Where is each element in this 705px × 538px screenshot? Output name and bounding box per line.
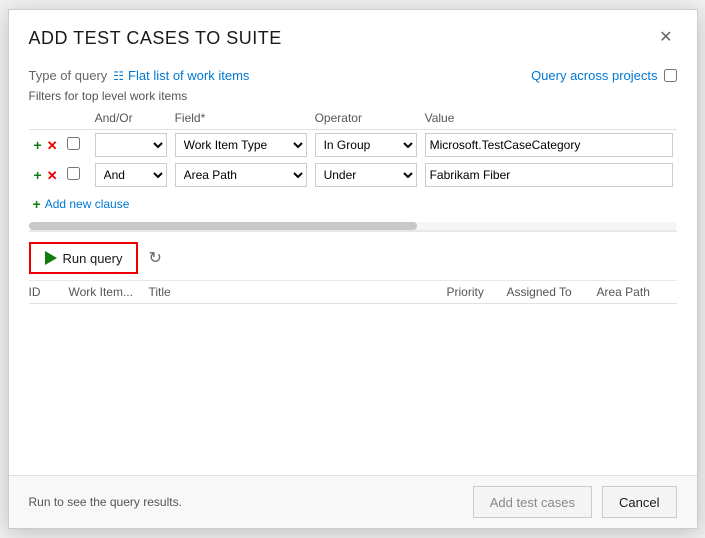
col-title-header: Title	[149, 285, 447, 299]
row2-controls: + ✕	[29, 160, 63, 190]
row1-operator-select[interactable]: In Group = Under	[315, 133, 417, 157]
add-clause-label: Add new clause	[45, 197, 130, 211]
row2-field-cell: Work Item Type Area Path Title	[171, 160, 311, 190]
query-across-checkbox[interactable]	[664, 69, 677, 82]
add-clause[interactable]: + Add new clause	[29, 190, 677, 212]
row1-checkbox-cell	[63, 130, 91, 161]
footer-buttons: Add test cases Cancel	[473, 486, 677, 518]
col-priority-header: Priority	[447, 285, 507, 299]
results-empty-area	[29, 304, 677, 475]
row2-operator-select[interactable]: In Group Under =	[315, 163, 417, 187]
list-icon: ☷	[113, 69, 124, 83]
row2-operator-cell: In Group Under =	[311, 160, 421, 190]
dialog-body: Type of query ☷ Flat list of work items …	[9, 60, 697, 475]
row1-add-btn[interactable]: +	[33, 138, 43, 152]
row2-delete-btn[interactable]: ✕	[46, 169, 59, 182]
filters-label: Filters for top level work items	[29, 89, 677, 103]
col-header-checkbox	[63, 109, 91, 130]
scrollbar-thumb[interactable]	[29, 222, 418, 230]
dialog-header: ADD TEST CASES TO SUITE ✕	[9, 10, 697, 60]
dialog-footer: Run to see the query results. Add test c…	[9, 475, 697, 528]
add-test-cases-dialog: ADD TEST CASES TO SUITE ✕ Type of query …	[8, 9, 698, 529]
query-type-label: Type of query	[29, 68, 108, 83]
filter-row-2: + ✕ And Or Wo	[29, 160, 677, 190]
filter-table: And/Or Field* Operator Value + ✕	[29, 109, 677, 190]
query-across-label: Query across projects	[531, 68, 657, 83]
query-type-left: Type of query ☷ Flat list of work items	[29, 68, 250, 83]
row1-delete-btn[interactable]: ✕	[46, 139, 59, 152]
row2-value-cell	[421, 160, 677, 190]
row1-andor-cell: And Or	[91, 130, 171, 161]
footer-status: Run to see the query results.	[29, 495, 182, 509]
row1-operator-cell: In Group = Under	[311, 130, 421, 161]
query-across-projects[interactable]: Query across projects	[531, 68, 676, 83]
row1-checkbox[interactable]	[67, 137, 80, 150]
add-test-cases-button[interactable]: Add test cases	[473, 486, 592, 518]
run-query-row: Run query ↻	[29, 231, 677, 280]
cancel-button[interactable]: Cancel	[602, 486, 676, 518]
row1-field-select[interactable]: Work Item Type Area Path Title	[175, 133, 307, 157]
row2-field-select[interactable]: Work Item Type Area Path Title	[175, 163, 307, 187]
row2-add-btn[interactable]: +	[33, 168, 43, 182]
row2-value-input[interactable]	[425, 163, 673, 187]
col-areapath-header: Area Path	[597, 285, 677, 299]
row1-andor-select[interactable]: And Or	[95, 133, 167, 157]
add-clause-icon: +	[33, 196, 41, 212]
results-header: ID Work Item... Title Priority Assigned …	[29, 281, 677, 304]
run-query-label: Run query	[63, 251, 123, 266]
col-id-header: ID	[29, 285, 69, 299]
query-type-link[interactable]: ☷ Flat list of work items	[113, 68, 249, 83]
dialog-title: ADD TEST CASES TO SUITE	[29, 28, 282, 49]
col-header-operator: Operator	[311, 109, 421, 130]
col-assignedto-header: Assigned To	[507, 285, 597, 299]
play-icon	[45, 251, 57, 265]
query-type-row: Type of query ☷ Flat list of work items …	[29, 60, 677, 89]
filter-row-1: + ✕ And Or	[29, 130, 677, 161]
col-header-andor: And/Or	[91, 109, 171, 130]
row2-andor-cell: And Or	[91, 160, 171, 190]
query-type-link-text: Flat list of work items	[128, 68, 249, 83]
row1-value-input[interactable]	[425, 133, 673, 157]
col-workitem-header: Work Item...	[69, 285, 149, 299]
col-header-controls	[29, 109, 63, 130]
row1-controls: + ✕	[29, 130, 63, 161]
horizontal-scrollbar[interactable]	[29, 222, 677, 230]
row2-andor-select[interactable]: And Or	[95, 163, 167, 187]
row1-field-cell: Work Item Type Area Path Title	[171, 130, 311, 161]
col-header-value: Value	[421, 109, 677, 130]
row1-value-cell	[421, 130, 677, 161]
col-header-field: Field*	[171, 109, 311, 130]
row2-checkbox[interactable]	[67, 167, 80, 180]
run-query-button[interactable]: Run query	[29, 242, 139, 274]
redo-icon[interactable]: ↻	[148, 248, 161, 268]
close-button[interactable]: ✕	[655, 26, 676, 50]
row2-checkbox-cell	[63, 160, 91, 190]
